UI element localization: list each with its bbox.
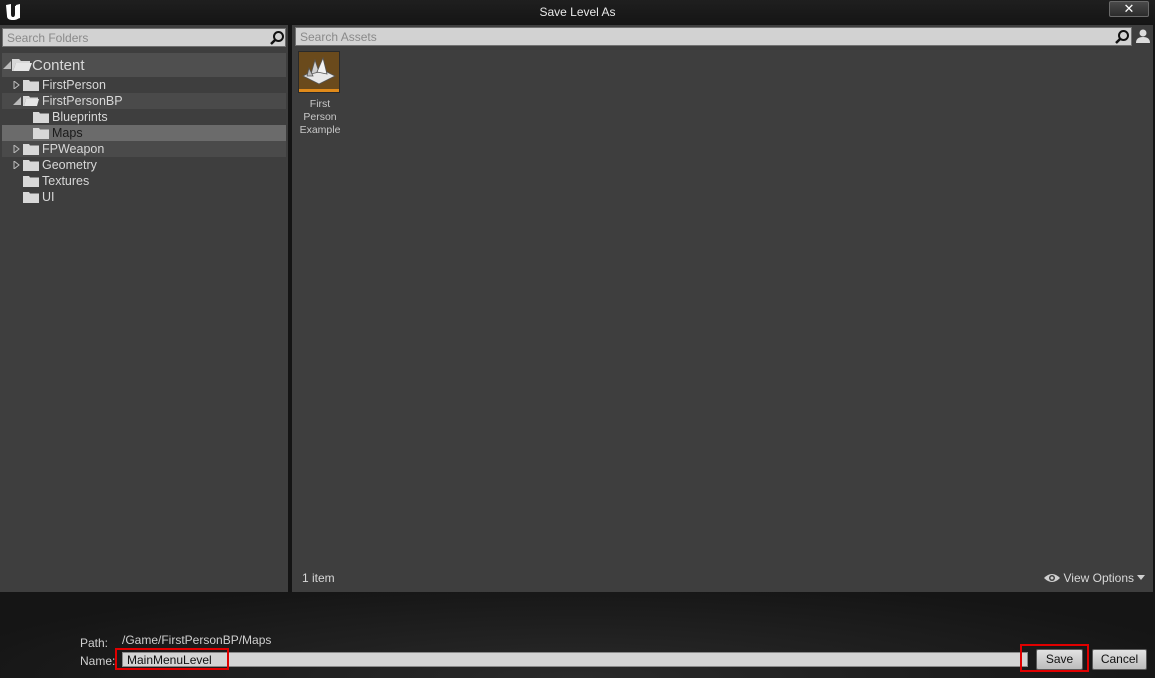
level-thumbnail	[298, 51, 340, 93]
folder-panel: Content FirstPerson FirstPersonBP Bluepr…	[0, 25, 288, 592]
open-folder-icon	[12, 59, 32, 71]
collapsed-arrow-icon[interactable]	[13, 161, 21, 169]
tree-item-content[interactable]: Content	[2, 53, 286, 77]
chevron-down-icon	[1137, 575, 1145, 580]
collapsed-arrow-icon[interactable]	[13, 145, 21, 153]
search-icon[interactable]	[1114, 29, 1130, 45]
asset-search	[295, 27, 1132, 46]
folder-icon	[23, 160, 39, 171]
path-value: /Game/FirstPersonBP/Maps	[122, 633, 272, 647]
tree-item-geometry[interactable]: Geometry	[2, 157, 286, 173]
name-label: Name:	[80, 654, 116, 668]
name-input[interactable]	[127, 653, 1007, 666]
tree-item-label: Maps	[52, 126, 83, 140]
tree-item-fpweapon[interactable]: FPWeapon	[2, 141, 286, 157]
view-options-button[interactable]: View Options	[1043, 571, 1145, 585]
tree-item-blueprints[interactable]: Blueprints	[2, 109, 286, 125]
view-options-label: View Options	[1063, 571, 1134, 585]
save-button[interactable]: Save	[1036, 649, 1083, 670]
window-title: Save Level As	[539, 5, 616, 19]
asset-panel: First Person Example 1 item View Options	[292, 25, 1153, 592]
close-button[interactable]: ✕	[1109, 1, 1149, 17]
tree-item-label: FirstPersonBP	[42, 94, 123, 108]
tree-item-label: Textures	[42, 174, 90, 188]
tree-item-label: UI	[42, 190, 55, 204]
tree-item-label: FirstPerson	[42, 78, 106, 92]
tree-item-firstpersonbp[interactable]: FirstPersonBP	[2, 93, 286, 109]
user-filter-icon[interactable]	[1135, 28, 1151, 44]
tree-item-maps[interactable]: Maps	[2, 125, 286, 141]
folder-icon	[33, 128, 49, 139]
folder-icon	[33, 112, 49, 123]
cancel-button[interactable]: Cancel	[1092, 649, 1147, 670]
tree-item-firstperson[interactable]: FirstPerson	[2, 77, 286, 93]
tree-item-ui[interactable]: UI	[2, 189, 286, 205]
folder-icon	[23, 80, 39, 91]
tree-item-label: Blueprints	[52, 110, 108, 124]
asset-search-input[interactable]	[300, 29, 1105, 44]
save-form: Path: /Game/FirstPersonBP/Maps Name: Sav…	[0, 592, 1155, 678]
tree-item-label: Content	[32, 57, 85, 74]
folder-search-input[interactable]	[7, 30, 259, 45]
name-field	[122, 652, 1028, 667]
collapsed-arrow-icon[interactable]	[13, 81, 21, 89]
folder-icon	[23, 192, 39, 203]
tree-item-label: Geometry	[42, 158, 97, 172]
asset-name: First Person Example	[299, 98, 341, 136]
asset-type-bar	[299, 89, 339, 92]
tree-item-label: FPWeapon	[42, 142, 105, 156]
expanded-arrow-icon[interactable]	[3, 61, 11, 69]
item-count: 1 item	[302, 571, 335, 585]
level-map-icon	[302, 56, 336, 85]
eye-icon	[1043, 574, 1060, 582]
asset-tile[interactable]: First Person Example	[298, 51, 342, 137]
title-bar: Save Level As ✕	[0, 0, 1155, 24]
folder-search	[2, 28, 286, 47]
folder-icon	[23, 176, 39, 187]
tree-item-textures[interactable]: Textures	[2, 173, 286, 189]
folder-tree: Content FirstPerson FirstPersonBP Bluepr…	[2, 53, 286, 205]
search-icon[interactable]	[269, 30, 285, 46]
folder-icon	[23, 144, 39, 155]
expanded-arrow-icon[interactable]	[13, 97, 21, 105]
open-folder-icon	[23, 96, 39, 106]
path-label: Path:	[80, 636, 109, 650]
